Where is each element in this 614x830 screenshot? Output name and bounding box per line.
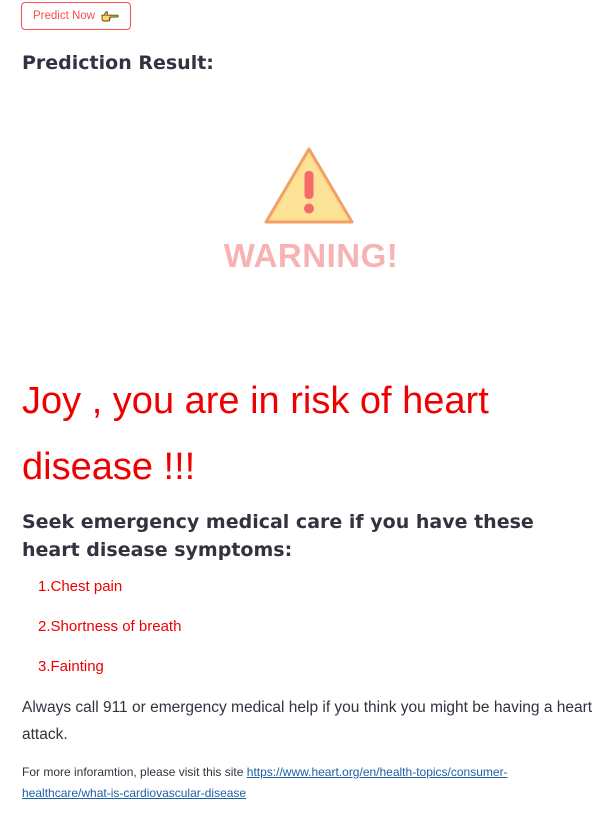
pointing-hand-icon <box>101 10 119 22</box>
warning-graphic: WARNING! <box>218 145 404 285</box>
symptom-item-chest-pain: 1.Chest pain <box>38 578 123 595</box>
warning-text: WARNING! <box>223 237 399 274</box>
prediction-result-heading: Prediction Result: <box>22 52 214 74</box>
more-info-text: For more inforamtion, please visit this … <box>22 762 582 804</box>
symptom-list: 1.Chest pain 2.Shortness of breath 3.Fai… <box>38 576 181 696</box>
symptoms-heading: Seek emergency medical care if you have … <box>22 511 534 561</box>
symptom-item-fainting: 3.Fainting <box>38 658 104 675</box>
risk-message: Joy , you are in risk of heart disease !… <box>22 380 489 488</box>
warning-triangle-icon <box>262 145 356 231</box>
symptom-item-shortness-of-breath: 2.Shortness of breath <box>38 618 182 635</box>
more-info-prefix: For more inforamtion, please visit this … <box>22 765 244 779</box>
predict-now-button[interactable]: Predict Now <box>21 2 131 30</box>
predict-now-label: Predict Now <box>33 10 95 22</box>
emergency-advice-text: Always call 911 or emergency medical hel… <box>22 699 593 743</box>
